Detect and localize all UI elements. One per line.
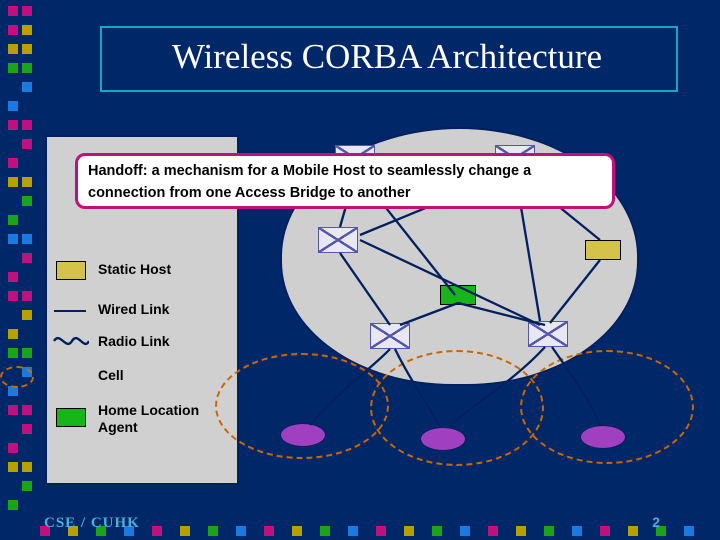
legend-cell-icon [0,366,34,388]
mobile-host [580,425,626,449]
slide: Wireless CORBA Architecture [0,0,720,540]
handoff-callout: Handoff: a mechanism for a Mobile Host t… [75,153,615,209]
host-box [318,227,358,253]
mobile-host [420,427,466,451]
cell-oval [370,350,544,466]
legend-wired-link-icon [54,310,86,312]
legend-wired-link-label: Wired Link [98,301,169,317]
legend-hla-label: Home Location Agent [98,402,218,436]
page-number: 2 [652,514,660,530]
legend-static-host-label: Static Host [98,261,171,277]
footer-logo: CSE / CUHK [44,515,140,532]
access-bridge [528,321,568,347]
hla-node [440,285,476,305]
page-title: Wireless CORBA Architecture [100,26,674,88]
static-host-node [585,240,621,260]
legend-static-host-icon [56,261,86,280]
legend-radio-link-label: Radio Link [98,333,170,349]
access-bridge [370,323,410,349]
legend-radio-link-icon [53,333,89,349]
legend-cell-label: Cell [98,367,124,383]
mobile-host [280,423,326,447]
legend-hla-icon [56,408,86,427]
